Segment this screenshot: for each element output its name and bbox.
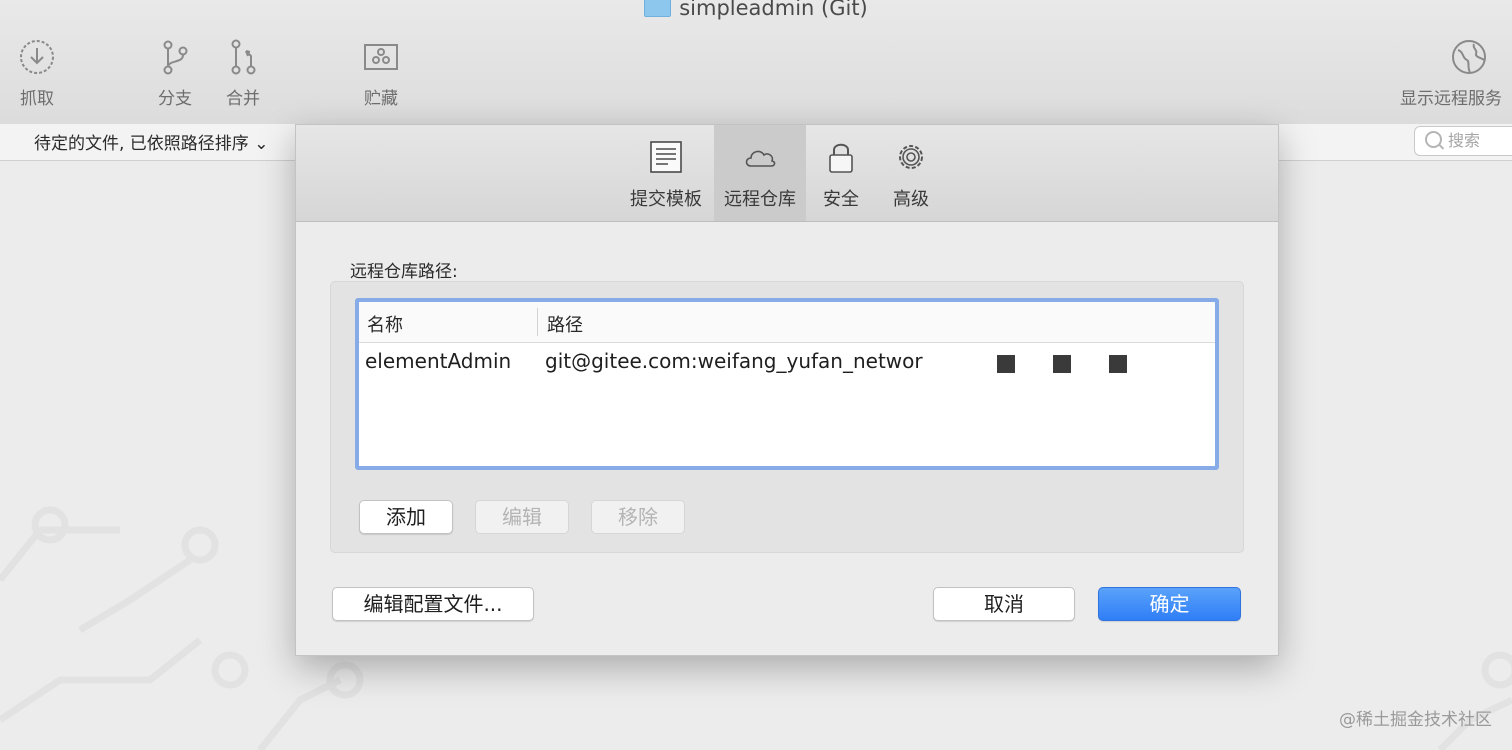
lock-icon [829, 143, 853, 173]
branch-icon [163, 40, 188, 75]
edit-config-file-button[interactable]: 编辑配置文件... [332, 587, 534, 621]
remote-paths-label: 远程仓库路径: [350, 262, 458, 282]
edit-remote-button[interactable]: 编辑 [475, 500, 569, 534]
table-header: 名称 路径 [359, 302, 1215, 343]
repository-settings-dialog: 提交模板 远程仓库 安全 高级 远程仓库路径: 名称 路径 elementAdm… [295, 124, 1279, 656]
branch-button[interactable]: 分支 [150, 38, 200, 109]
remote-paths-group: 名称 路径 elementAdmin git@gitee.com:weifang… [330, 281, 1244, 553]
cloud-icon [745, 150, 776, 167]
tab-commit-template[interactable]: 提交模板 [626, 125, 706, 221]
search-icon [1425, 131, 1442, 148]
remote-name-cell: elementAdmin [365, 349, 512, 373]
search-input[interactable]: 搜索 [1414, 126, 1512, 156]
tab-remote-repositories[interactable]: 远程仓库 [714, 125, 806, 221]
watermark-text: @稀土掘金技术社区 [1339, 710, 1492, 730]
tab-advanced[interactable]: 高级 [876, 125, 946, 221]
fetch-button[interactable]: 抓取 [12, 38, 62, 109]
remotes-table[interactable]: 名称 路径 elementAdmin git@gitee.com:weifang… [355, 298, 1219, 470]
column-divider[interactable] [537, 308, 538, 336]
ok-button[interactable]: 确定 [1098, 587, 1241, 621]
stash-box-icon [364, 44, 398, 70]
add-remote-button[interactable]: 添加 [359, 500, 453, 534]
column-header-name[interactable]: 名称 [367, 311, 403, 337]
chevron-down-icon: ⌄ [254, 134, 269, 154]
merge-icon [231, 39, 256, 75]
settings-tab-bar: 提交模板 远程仓库 安全 高级 [296, 125, 1278, 222]
window-title: simpleadmin (Git) [0, 0, 1512, 20]
cancel-button[interactable]: 取消 [933, 587, 1075, 621]
table-row[interactable]: elementAdmin git@gitee.com:weifang_yufan… [359, 343, 1215, 383]
folder-icon [644, 0, 672, 17]
redaction-mask [935, 343, 1155, 383]
gear-icon [899, 145, 923, 169]
column-header-path[interactable]: 路径 [547, 311, 583, 337]
remove-remote-button[interactable]: 移除 [591, 500, 685, 534]
sort-dropdown[interactable]: 待定的文件, 已依照路径排序 ⌄ [34, 129, 268, 154]
globe-icon [1452, 40, 1486, 74]
document-icon [650, 141, 682, 173]
tab-security[interactable]: 安全 [806, 125, 876, 221]
merge-button[interactable]: 合并 [218, 38, 268, 109]
stash-button[interactable]: 贮藏 [356, 38, 406, 109]
show-remote-button[interactable]: 显示远程服务 [1400, 38, 1512, 109]
remote-path-cell: git@gitee.com:weifang_yufan_networ [545, 349, 923, 373]
main-window-toolbar: simpleadmin (Git) 抓取 分支 合并 贮藏 显示远程服务 [0, 0, 1512, 125]
download-circle-icon [20, 40, 54, 74]
